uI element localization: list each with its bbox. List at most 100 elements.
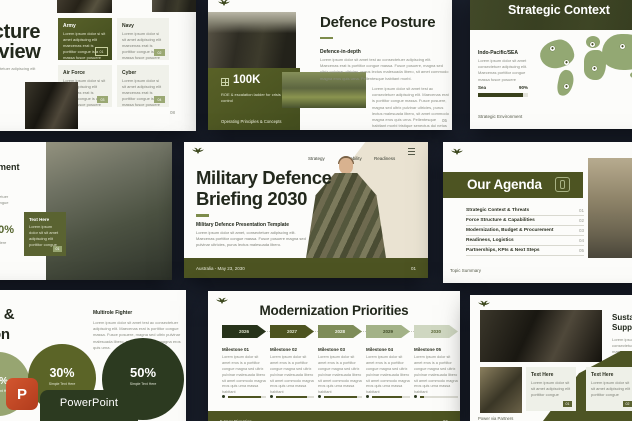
milestone-title: Milestone 03 (318, 347, 362, 352)
card-body: Lorem ipsum dolor sit sit amet adipiscin… (591, 380, 631, 398)
progress-dot (222, 395, 225, 398)
slide-strategic-context[interactable]: Strategic Context Indo-Pacific/SEA Lorem… (470, 0, 632, 129)
agenda-title-band: Our Agenda (443, 172, 583, 198)
progress-dot (414, 395, 417, 398)
page-number: 01 (411, 266, 416, 271)
agenda-item[interactable]: Readiness, Logistics 04 (466, 236, 584, 246)
slide-structure-overview[interactable]: Structure Overview Lorem ipsum dolor sit… (0, 0, 196, 131)
slide-title-line1: Sustainment & (612, 313, 632, 323)
circle-label: Simple Text Here (28, 382, 96, 386)
photo-desert-soldier (588, 158, 632, 258)
milestone-progress (276, 396, 314, 398)
powerpoint-logo-letter: P (17, 386, 27, 403)
agenda-target-icon (555, 177, 570, 192)
caption: Power via Partners (478, 416, 513, 421)
agenda-item-label: Partnerships, KPIs & Next Steps (466, 248, 540, 253)
photo-military-top (57, 0, 112, 13)
progress-value: 90% (519, 85, 528, 90)
circle-value: 50% (102, 365, 184, 380)
logo-eagle-icon (218, 0, 230, 7)
milestone-body: Lorem ipsum dolor sit amet eros is a por… (318, 355, 362, 396)
slide-title-line2: Overview (0, 41, 41, 64)
world-map (534, 34, 632, 114)
body-text: Lorem ipsum dolor sit amet test ac conse… (320, 57, 450, 82)
slide-modernization-priorities[interactable]: Modernization Priorities 2026 2027 2028 … (208, 291, 460, 421)
card-title: Text Here (531, 372, 571, 378)
menu-icon[interactable] (408, 148, 415, 155)
photo-field-equipment (480, 367, 522, 413)
agenda-item[interactable]: Partnerships, KPIs & Next Steps 05 (466, 246, 584, 256)
stat-value: 70% (0, 224, 14, 236)
map-asia (602, 34, 632, 70)
card-number-badge: 01 (95, 47, 108, 56)
body-text: Lorem ipsum dolor sit amet, consectetuer… (196, 230, 306, 249)
progress-label: Sea (478, 85, 486, 90)
card-number-badge: 03 (97, 96, 108, 103)
powerpoint-watermark-text: PowerPoint (60, 397, 118, 409)
slide-defence-posture[interactable]: 100K ROE & escalation ladder for crisis … (208, 0, 452, 130)
header-photo-band: Strategic Context (470, 0, 632, 30)
card-title: Army (63, 23, 107, 29)
agenda-item-label: Force Structure & Capabilities (466, 218, 535, 223)
card-title: Text Here (29, 217, 61, 222)
card-body: Lorem ipsum dolor si sit amet adipiscing… (122, 78, 164, 108)
page-number: 08 (170, 110, 175, 115)
card-body: Lorem ipsum dolor sit sit amet adipiscin… (29, 224, 61, 248)
slide-title-main[interactable]: Strategy Capability Readiness Military D… (184, 142, 428, 278)
agenda-item[interactable]: Modernization, Budget & Procurement03 (466, 226, 584, 236)
location-pin-icon (620, 44, 625, 49)
timeline-arrow-2028: 2028 (318, 325, 362, 338)
card-title: Air Force (63, 70, 107, 76)
milestone-column: Milestone 04 Lorem ipsum dolor sit amet … (366, 347, 410, 396)
year-label: 2028 (335, 329, 345, 334)
location-pin-icon (592, 66, 597, 71)
agenda-item-number: 05 (579, 248, 584, 253)
logo-eagle-icon (478, 300, 490, 308)
agenda-item-label: Strategic Context & Threats (466, 208, 529, 213)
card-title: Text Here (591, 372, 631, 378)
card-body: Lorem ipsum dolor sit sit amet adipiscin… (531, 380, 571, 398)
milestone-column: Milestone 02 Lorem ipsum dolor sit amet … (270, 347, 314, 396)
accent-dash (320, 37, 333, 39)
grid-icon (221, 78, 229, 86)
powerpoint-logo-icon: P (6, 378, 38, 410)
year-label: 2029 (383, 329, 393, 334)
progress-fill (372, 396, 402, 398)
map-south-america (555, 69, 575, 98)
milestone-title: Milestone 02 (270, 347, 314, 352)
milestone-title: Milestone 01 (222, 347, 266, 352)
agenda-item-number: 04 (579, 238, 584, 243)
progress-fill (420, 396, 424, 398)
agenda-target-inner (560, 180, 565, 189)
slide-title: Defence Posture (320, 14, 435, 31)
timeline-arrow-2029: 2029 (366, 325, 410, 338)
slide-sustainment-support[interactable]: Sustainment & Support Lorem ipsum dolor … (470, 295, 632, 421)
footer-bar: Australia - May 23, 2030 01 (184, 258, 428, 278)
location-pin-icon (550, 46, 555, 51)
timeline-arrow-2027: 2027 (270, 325, 314, 338)
card-text-here-1: Text Here Lorem ipsum dolor sit sit amet… (526, 367, 576, 411)
photo-military-top-right (152, 0, 196, 12)
card-number-badge: 04 (154, 96, 165, 103)
card-number-badge: 01 (53, 246, 62, 252)
slide-deployment[interactable]: Deployment Lorem ipsum dolor sit amet co… (0, 142, 172, 280)
progress-dot (318, 395, 321, 398)
slide-agenda[interactable]: Our Agenda Strategic Context & Threats 01… (443, 142, 632, 283)
region-body: Lorem ipsum dolor sit amet consectetuer … (478, 58, 530, 83)
location-pin-icon (564, 84, 569, 89)
milestone-progress (372, 396, 410, 398)
logo-eagle-icon (451, 148, 463, 156)
agenda-item[interactable]: Strategic Context & Threats 01 (466, 206, 584, 216)
slide-budget-modernization[interactable]: Budget & Modernization Multirole Fighter… (0, 290, 186, 421)
agenda-list: Strategic Context & Threats 01 Force Stru… (466, 206, 584, 256)
slide-title: Modernization Priorities (208, 303, 460, 318)
progress-dot (270, 395, 273, 398)
footer-bar: 5 Year Direction 06 (208, 411, 460, 421)
stat-caption: Simple Text Here (0, 240, 14, 246)
slide-intro-text: Lorem ipsum dolor sit amet consectetuer … (0, 66, 50, 78)
agenda-item-number: 01 (579, 208, 584, 213)
main-title-line1: Military Defence (196, 168, 332, 189)
agenda-item-label: Readiness, Logistics (466, 238, 514, 243)
agenda-item[interactable]: Force Structure & Capabilities02 (466, 216, 584, 226)
milestone-column: Milestone 03 Lorem ipsum dolor sit amet … (318, 347, 362, 396)
